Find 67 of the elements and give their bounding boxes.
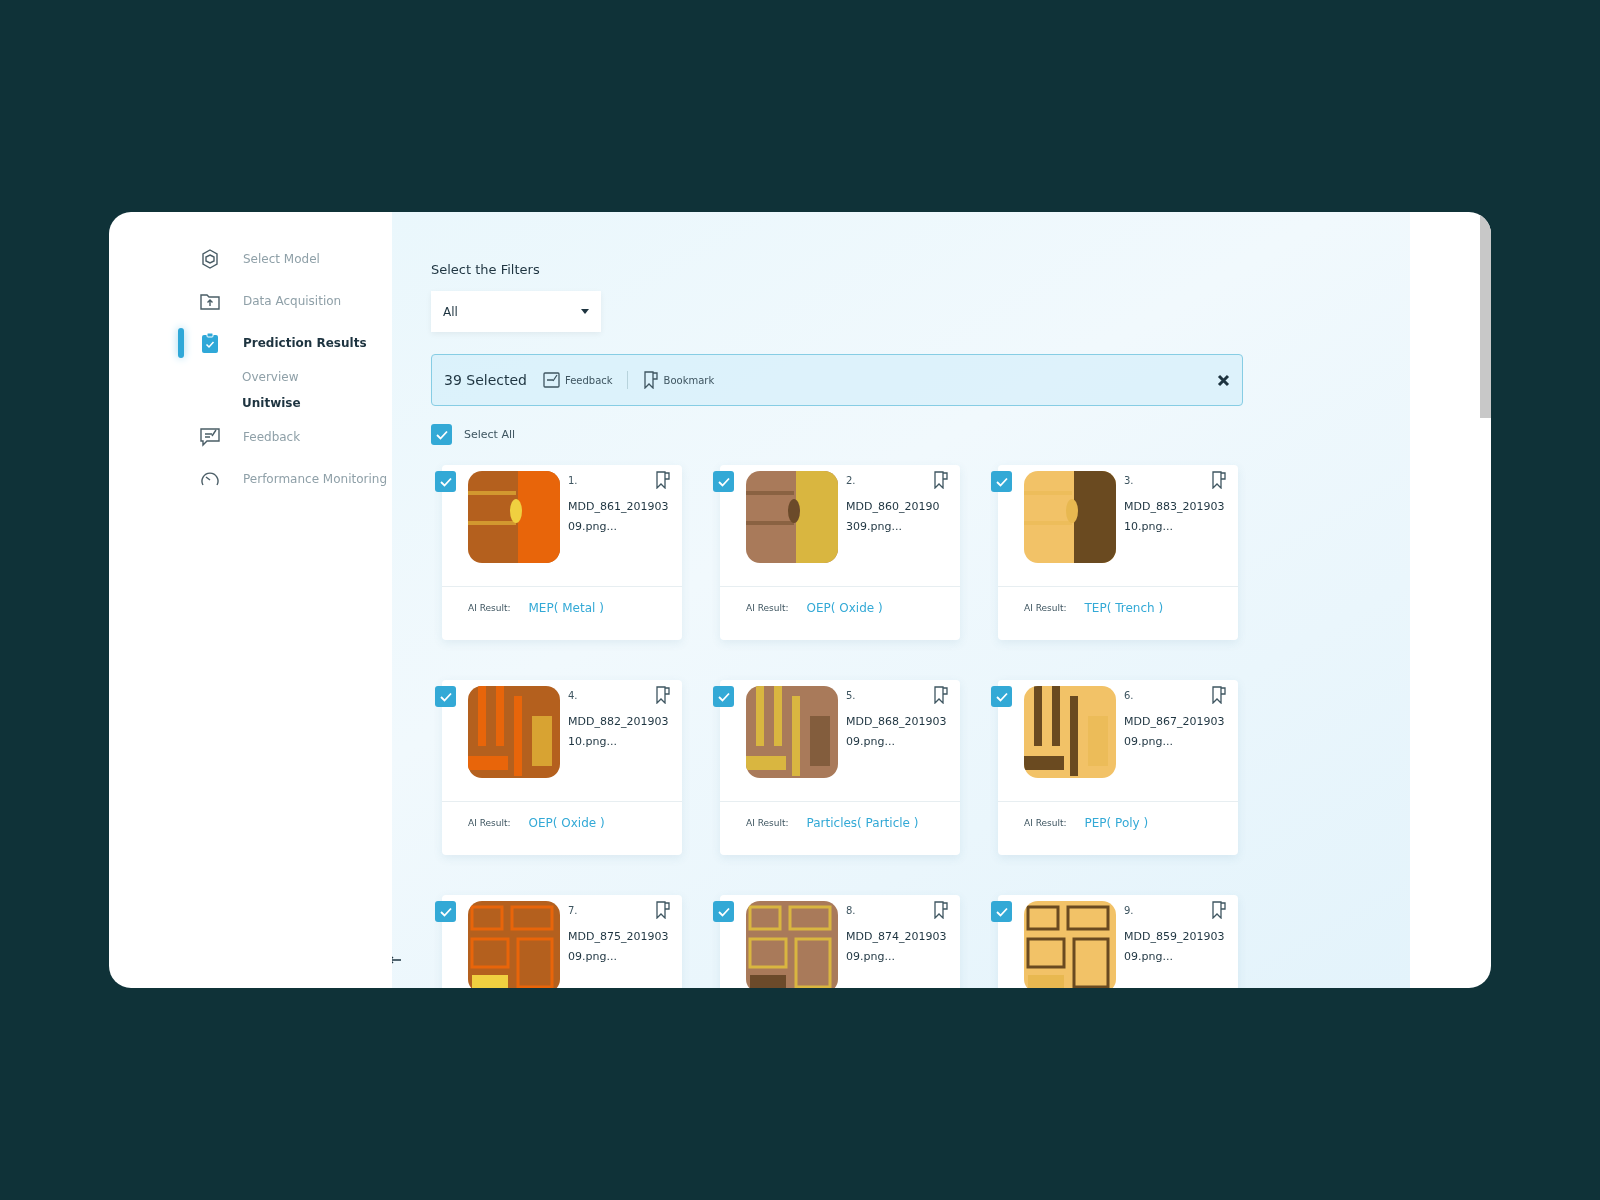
result-value: Particles( Particle ) <box>806 816 919 830</box>
bookmark-icon[interactable] <box>1210 471 1228 489</box>
item-number: 4. <box>568 690 578 701</box>
bookmark-icon[interactable] <box>654 901 672 919</box>
result-label: AI Result: <box>1024 603 1067 613</box>
file-name: MDD_875_201903 09.png... <box>568 929 670 965</box>
checkbox[interactable] <box>435 471 456 492</box>
result-label: AI Result: <box>468 603 511 613</box>
checkbox[interactable] <box>991 901 1012 922</box>
result-label: AI Result: <box>468 818 511 828</box>
checkbox[interactable] <box>713 686 734 707</box>
bookmark-icon[interactable] <box>654 471 672 489</box>
bookmark-icon[interactable] <box>932 901 950 919</box>
checkbox-label: Select All <box>464 428 516 441</box>
checkbox[interactable] <box>431 424 452 445</box>
checkbox[interactable] <box>435 901 456 922</box>
checkbox[interactable] <box>991 686 1012 707</box>
checkbox[interactable] <box>991 471 1012 492</box>
result-value: OEP( Oxide ) <box>528 816 605 830</box>
toolbar-button[interactable]: Feedback <box>540 371 615 389</box>
toolbar-button[interactable]: Bookmark <box>639 371 717 389</box>
result-label: AI Result: <box>746 603 789 613</box>
result-label: AI Result: <box>746 818 789 828</box>
close-button[interactable] <box>1217 373 1230 387</box>
sidebar-subitem[interactable]: Unitwise <box>242 390 301 416</box>
checkbox[interactable] <box>713 471 734 492</box>
clipboard-icon <box>199 332 221 354</box>
bookmark-icon <box>641 371 660 389</box>
bookmark-icon[interactable] <box>932 471 950 489</box>
item-number: 3. <box>1124 475 1134 486</box>
cube-icon <box>199 248 221 270</box>
bookmark-icon[interactable] <box>1210 686 1228 704</box>
item-number: 9. <box>1124 905 1134 916</box>
sidebar-item[interactable]: Prediction Results <box>243 336 367 350</box>
item-number: 5. <box>846 690 856 701</box>
item-number: 1. <box>568 475 578 486</box>
comment-edit-icon <box>199 426 221 448</box>
collapse-button[interactable] <box>392 954 402 966</box>
edit-box-icon <box>542 371 561 389</box>
collapse-icon <box>392 954 402 966</box>
result-value: MEP( Metal ) <box>528 601 604 615</box>
result-value: TEP( Trench ) <box>1084 601 1164 615</box>
item-number: 2. <box>846 475 856 486</box>
file-name: MDD_860_20190 309.png... <box>846 499 941 535</box>
result-value: PEP( Poly ) <box>1084 816 1149 830</box>
result-value: OEP( Oxide ) <box>806 601 883 615</box>
bookmark-icon[interactable] <box>932 686 950 704</box>
file-name: MDD_859_201903 09.png... <box>1124 929 1226 965</box>
file-name: MDD_882_201903 10.png... <box>568 714 670 750</box>
filter-dropdown[interactable]: All <box>431 291 601 332</box>
file-name: MDD_861_201903 09.png... <box>568 499 670 535</box>
bookmark-icon[interactable] <box>654 686 672 704</box>
file-name: MDD_867_201903 09.png... <box>1124 714 1226 750</box>
close-icon <box>1217 373 1230 387</box>
result-label: AI Result: <box>1024 818 1067 828</box>
bookmark-icon[interactable] <box>1210 901 1228 919</box>
caret-icon <box>581 309 589 314</box>
file-name: MDD_868_201903 09.png... <box>846 714 948 750</box>
file-name: MDD_883_201903 10.png... <box>1124 499 1226 535</box>
item-number: 8. <box>846 905 856 916</box>
item-number: 6. <box>1124 690 1134 701</box>
checkbox[interactable] <box>713 901 734 922</box>
file-name: MDD_874_201903 09.png... <box>846 929 948 965</box>
item-number: 7. <box>568 905 578 916</box>
selected-count: 39 Selected <box>444 372 527 388</box>
section-title: Select the Filters <box>431 262 540 277</box>
checkbox[interactable] <box>435 686 456 707</box>
